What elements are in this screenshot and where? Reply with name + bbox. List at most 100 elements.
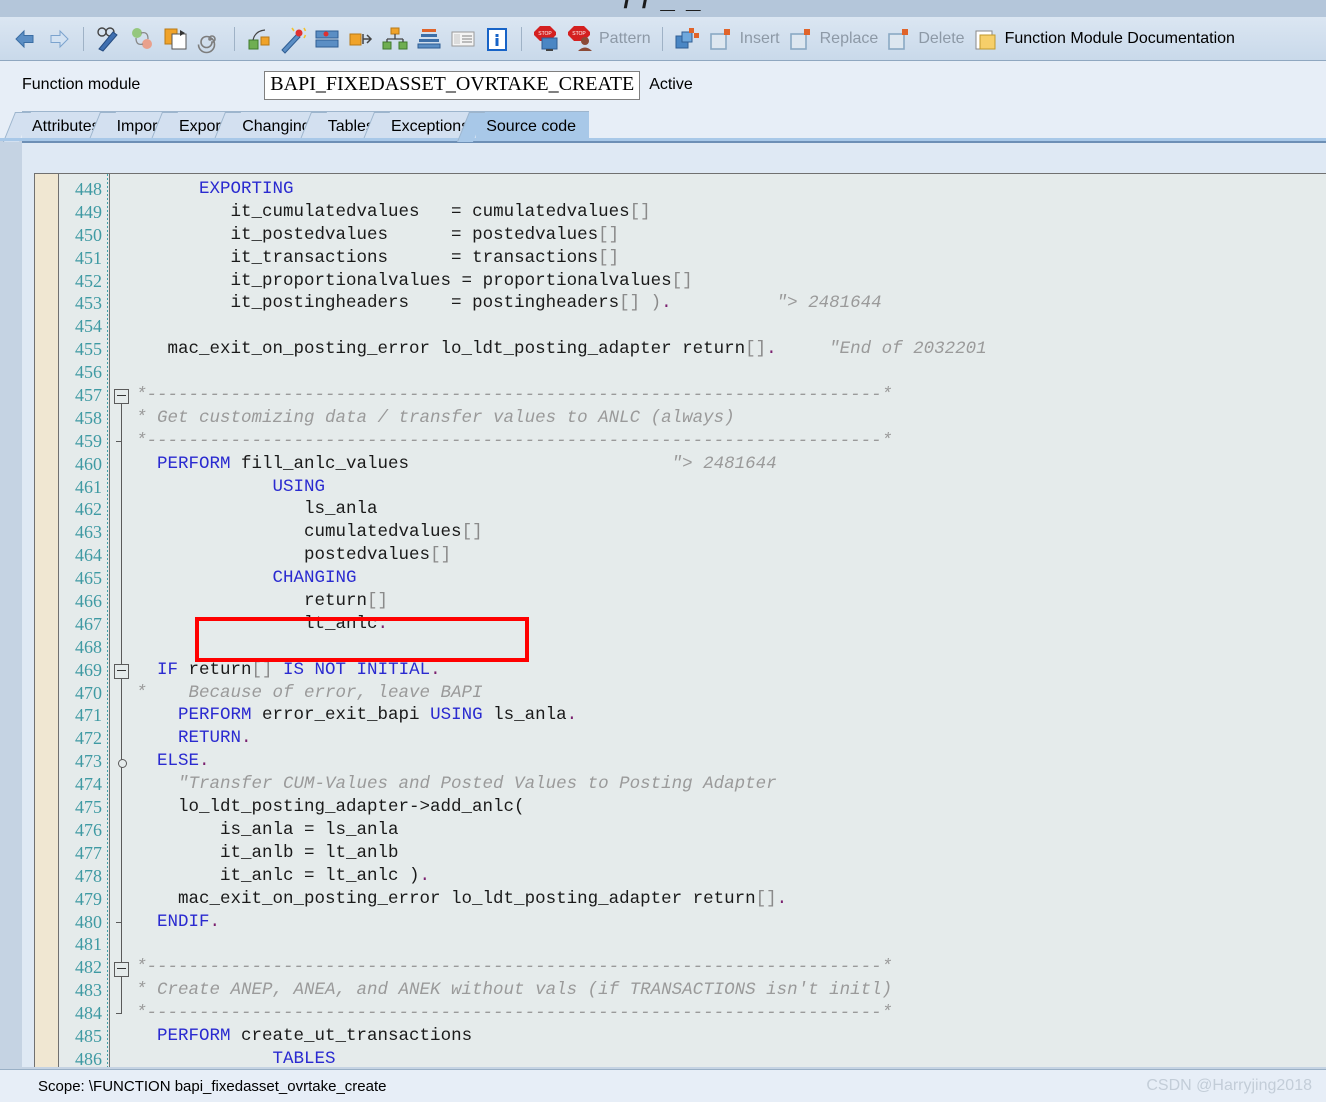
fold-collapse-box[interactable] [114,961,129,977]
code-token: [] [367,591,389,612]
activate-icon[interactable] [312,24,342,54]
spiral-icon[interactable] [195,24,225,54]
code-line[interactable]: *---------------------------------------… [132,1002,1326,1025]
code-line[interactable]: postedvalues[] [132,544,1326,567]
line-number: 455 [75,339,102,360]
code-line[interactable]: it_cumulatedvalues = cumulatedvalues[] [132,201,1326,224]
line-number: 464 [75,545,102,566]
code-line[interactable]: return[] [132,590,1326,613]
code-line[interactable]: RETURN. [132,727,1326,750]
code-line[interactable]: EXPORTING [132,178,1326,201]
hierarchy-icon[interactable] [380,24,410,54]
fold-collapse-box[interactable] [114,663,129,679]
code-line[interactable]: *---------------------------------------… [132,430,1326,453]
code-line[interactable]: lt_anlc. [132,613,1326,636]
code-line[interactable]: * Because of error, leave BAPI [132,682,1326,705]
code-token: * Create ANEP, ANEA, and ANEK without va… [136,980,893,1001]
line-number: 478 [75,865,102,886]
code-token: fill_anlc_values [241,453,410,474]
tab-label: Changing [242,118,311,135]
code-line[interactable]: cumulatedvalues[] [132,521,1326,544]
code-token: ENDIF [136,911,210,932]
display-change-icon[interactable] [93,24,123,54]
line-number: 465 [75,568,102,589]
code-line[interactable]: ls_anla [132,498,1326,521]
insert-button[interactable]: Insert [704,24,784,54]
code-line[interactable]: "Transfer CUM-Values and Posted Values t… [132,773,1326,796]
magic-wand-icon[interactable] [278,24,308,54]
code-line[interactable]: it_transactions = transactions[] [132,247,1326,270]
code-line[interactable]: ENDIF. [132,911,1326,934]
code-line[interactable]: TABLES [132,1048,1326,1067]
code-line[interactable]: PERFORM error_exit_bapi USING ls_anla. [132,704,1326,727]
code-token: lo_ldt_posting_adapter->add_anlc( [136,797,525,818]
code-token: * Get customizing data / transfer values… [136,407,735,428]
line-number: 468 [75,636,102,657]
function-module-documentation-button[interactable]: Function Module Documentation [969,24,1239,54]
tab-label: Source code [486,118,577,135]
check-icon[interactable] [244,24,274,54]
line-number: 460 [75,453,102,474]
fold-collapse-box[interactable] [114,389,129,405]
code-line[interactable]: USING [132,476,1326,499]
code-token: . [377,613,389,634]
code-line[interactable] [132,933,1326,956]
code-line[interactable]: CHANGING [132,567,1326,590]
code-line[interactable]: * Get customizing data / transfer values… [132,407,1326,430]
code-line[interactable]: mac_exit_on_posting_error lo_ldt_posting… [132,338,1326,361]
editor-left-margin-strip [35,174,59,1067]
code-line[interactable] [132,361,1326,384]
fold-marker-tick [116,440,122,442]
code-line[interactable]: *---------------------------------------… [132,956,1326,979]
watermark-text: CSDN @Harryjing2018 [1146,1077,1312,1094]
code-line[interactable] [132,636,1326,659]
code-line[interactable]: ELSE. [132,750,1326,773]
code-line[interactable]: *---------------------------------------… [132,384,1326,407]
pattern-button[interactable]: Pattern [599,30,651,48]
replace-icon [786,24,816,54]
code-text-area[interactable]: EXPORTING it_cumulatedvalues = cumulated… [132,174,1326,1067]
code-line[interactable] [132,315,1326,338]
code-fold-gutter[interactable] [109,174,132,1067]
replace-label: Replace [819,29,879,47]
copy-icon[interactable] [161,24,191,54]
stack-icon[interactable] [414,24,444,54]
code-line[interactable]: it_postingheaders = postingheaders[] ). … [132,292,1326,315]
forward-arrow-icon[interactable] [44,24,74,54]
stop-monitor-icon[interactable]: STOP [531,24,561,54]
code-line[interactable]: is_anla = ls_anla [132,819,1326,842]
where-used-icon[interactable] [346,24,376,54]
other-object-icon[interactable] [127,24,157,54]
replace-button[interactable]: Replace [784,24,883,54]
insert-block-icon[interactable] [672,24,702,54]
code-line[interactable]: * Create ANEP, ANEA, and ANEK without va… [132,979,1326,1002]
code-line[interactable]: PERFORM fill_anlc_values "> 2481644 [132,453,1326,476]
code-token: "Transfer CUM-Values and Posted Values t… [136,774,777,795]
code-line[interactable]: lo_ldt_posting_adapter->add_anlc( [132,796,1326,819]
editor-inner[interactable]: 448 449 450 451 452 453 454 455 456 457 458 459 460 4… [34,173,1326,1067]
code-line[interactable]: IF return[] IS NOT INITIAL. [132,659,1326,682]
code-token: ls_anla [493,705,567,726]
code-line[interactable]: mac_exit_on_posting_error lo_ldt_posting… [132,888,1326,911]
list-icon[interactable] [448,24,478,54]
code-line[interactable]: it_proportionalvalues = proportionalvalu… [132,270,1326,293]
line-number: 458 [75,407,102,428]
information-icon[interactable] [482,24,512,54]
function-module-name-field[interactable]: BAPI_FIXEDASSET_OVRTAKE_CREATE [264,70,641,100]
back-arrow-icon[interactable] [10,24,40,54]
fold-marker-circle[interactable] [118,758,127,768]
code-line[interactable]: PERFORM create_ut_transactions [132,1025,1326,1048]
code-token: it_proportionalvalues = [136,270,483,291]
code-line[interactable]: it_anlc = lt_anlc ). [132,865,1326,888]
code-line[interactable]: it_postedvalues = postedvalues[] [132,224,1326,247]
code-token: is_anla = ls_anla [136,819,399,840]
line-number: 463 [75,522,102,543]
delete-button[interactable]: Delete [882,24,968,54]
code-line[interactable]: it_anlb = lt_anlb [132,842,1326,865]
tab-source-code[interactable]: Source code [476,111,590,141]
window-title-bar: / / _ _ [0,0,1326,17]
stop-user-icon[interactable]: STOP [565,24,595,54]
code-token: lt_anlc [136,613,378,634]
